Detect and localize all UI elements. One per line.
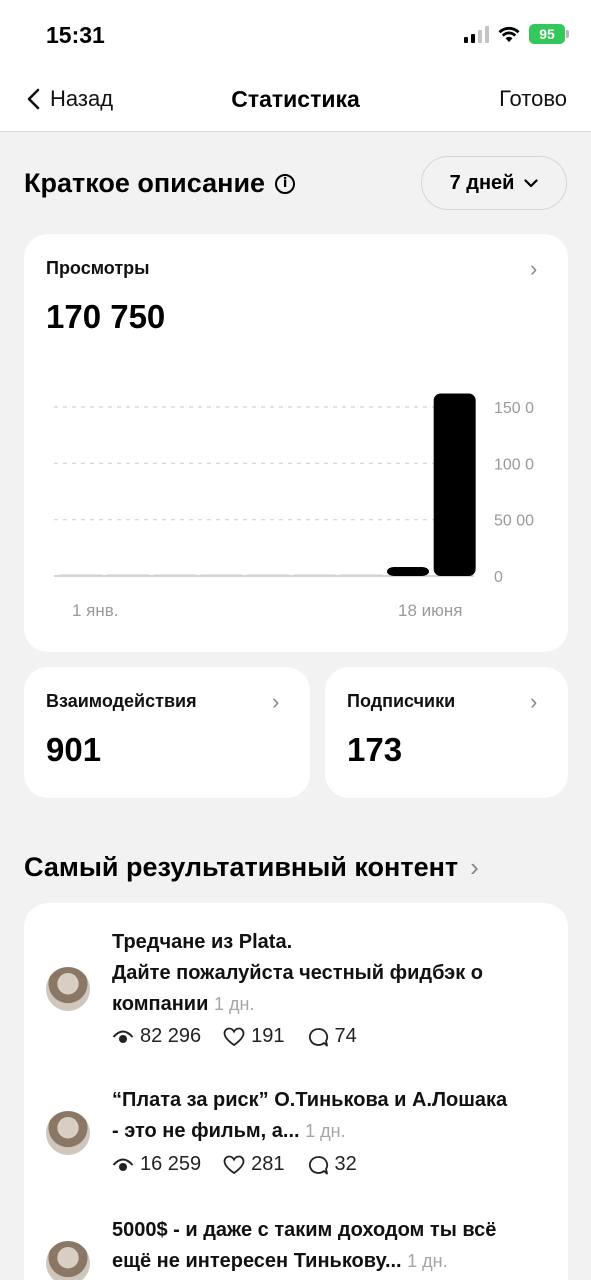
chevron-down-icon bbox=[524, 178, 539, 187]
post-item[interactable]: Тредчане из Plata. Дайте пожалуйста чест… bbox=[24, 903, 568, 1063]
chart-bar bbox=[247, 574, 289, 576]
followers-label: Подписчики bbox=[347, 691, 456, 711]
views-card[interactable]: Просмотры › 170 750 0 50 00 100 0 150 01 ян… bbox=[24, 234, 568, 652]
y-tick-label: 100 0 bbox=[494, 456, 534, 473]
comment-icon bbox=[308, 1155, 328, 1174]
eye-icon bbox=[112, 1030, 134, 1043]
avatar bbox=[46, 1241, 90, 1280]
post-text: Тредчане из Plata. Дайте пожалуйста чест… bbox=[112, 927, 552, 1020]
period-value: 7 дней bbox=[449, 171, 515, 194]
chart-bar bbox=[200, 574, 243, 576]
views-stat: 16 259 bbox=[112, 1153, 201, 1176]
eye-icon bbox=[112, 1158, 134, 1171]
x-tick-label: 1 янв. bbox=[72, 601, 119, 620]
status-icons: 95 bbox=[464, 24, 569, 44]
likes-count: 281 bbox=[251, 1153, 285, 1175]
chevron-right-icon: › bbox=[530, 689, 538, 714]
info-icon[interactable]: i bbox=[275, 173, 296, 194]
comments-count: 74 bbox=[334, 1025, 357, 1047]
post-line: “Плата за риск” О.Тинькова и А.Лошака bbox=[112, 1089, 508, 1111]
post-text: 5000$ - и даже с таким доходом ты всё ещ… bbox=[112, 1215, 552, 1277]
comments-count: 32 bbox=[334, 1153, 357, 1175]
chart-bar bbox=[433, 393, 476, 576]
navigation-bar: Назад Статистика Готово bbox=[0, 70, 591, 132]
views-stat: 82 296 bbox=[112, 1025, 201, 1048]
summary-header: Краткое описание i bbox=[24, 168, 296, 199]
followers-card[interactable]: Подписчики › 173 bbox=[325, 667, 568, 798]
avatar bbox=[46, 967, 90, 1011]
views-chart: 0 50 00 100 0 150 0 1 янв. 18 июня bbox=[54, 393, 534, 620]
post-line: ещё не интересен Тинькову... 1 дн. bbox=[112, 1250, 448, 1272]
post-time: 1 дн. bbox=[305, 1121, 346, 1141]
done-button[interactable]: Готово bbox=[499, 86, 567, 112]
post-line: Тредчане из Plata. bbox=[112, 931, 293, 953]
views-count: 16 259 bbox=[140, 1153, 202, 1175]
status-bar: 15:31 95 bbox=[0, 0, 591, 70]
chart-bar bbox=[293, 574, 336, 576]
heart-icon bbox=[223, 1027, 245, 1046]
chevron-right-icon: › bbox=[272, 689, 280, 714]
top-content-card: Тредчане из Plata. Дайте пожалуйста чест… bbox=[24, 903, 568, 1280]
battery-icon: 95 bbox=[529, 24, 569, 44]
post-item[interactable]: “Плата за риск” О.Тинькова и А.Лошака - … bbox=[24, 1073, 568, 1193]
chart-bar bbox=[153, 574, 196, 576]
status-time: 15:31 bbox=[46, 22, 105, 48]
views-count: 82 296 bbox=[140, 1025, 202, 1047]
x-tick-label: 18 июня bbox=[398, 601, 462, 620]
chart-bar bbox=[340, 574, 383, 576]
interactions-value: 901 bbox=[46, 731, 102, 768]
likes-stat: 281 bbox=[223, 1153, 285, 1176]
post-item[interactable]: 5000$ - и даже с таким доходом ты всё ещ… bbox=[24, 1203, 568, 1280]
chart-bar bbox=[387, 566, 429, 576]
y-tick-label: 150 0 bbox=[494, 400, 534, 417]
post-line: - это не фильм, а... 1 дн. bbox=[112, 1120, 346, 1142]
interactions-label: Взаимодействия bbox=[46, 691, 197, 711]
period-dropdown[interactable]: 7 дней bbox=[421, 156, 567, 210]
likes-count: 191 bbox=[251, 1025, 285, 1047]
comment-icon bbox=[308, 1027, 328, 1046]
y-tick-label: 0 bbox=[494, 569, 503, 586]
post-time: 1 дн. bbox=[213, 994, 255, 1014]
likes-stat: 191 bbox=[223, 1025, 285, 1048]
comments-stat: 32 bbox=[307, 1153, 357, 1176]
summary-title: Краткое описание bbox=[24, 168, 266, 198]
wifi-icon bbox=[498, 26, 520, 42]
post-time: 1 дн. bbox=[407, 1251, 448, 1271]
post-text: “Плата за риск” О.Тинькова и А.Лошака - … bbox=[112, 1085, 552, 1147]
post-line: 5000$ - и даже с таким доходом ты всё bbox=[112, 1219, 497, 1241]
top-content-title: Самый результативный контент bbox=[24, 852, 459, 882]
followers-value: 173 bbox=[347, 731, 403, 768]
post-stats: 16 259 281 32 bbox=[112, 1153, 357, 1176]
heart-icon bbox=[223, 1155, 245, 1174]
post-line: Дайте пожалуйста честный фидбэк о bbox=[112, 962, 483, 984]
avatar bbox=[46, 1111, 90, 1155]
post-stats: 82 296 191 74 bbox=[112, 1025, 357, 1048]
chart-bar bbox=[60, 574, 103, 576]
interactions-card[interactable]: Взаимодействия › 901 bbox=[24, 667, 310, 798]
y-tick-label: 50 00 bbox=[494, 513, 534, 530]
comments-stat: 74 bbox=[307, 1025, 357, 1048]
post-line: компании 1 дн. bbox=[112, 993, 255, 1015]
chevron-right-icon: › bbox=[470, 852, 479, 882]
top-content-header[interactable]: Самый результативный контент › bbox=[24, 852, 479, 883]
chart-bar bbox=[107, 574, 149, 576]
cellular-signal-icon bbox=[464, 25, 489, 43]
